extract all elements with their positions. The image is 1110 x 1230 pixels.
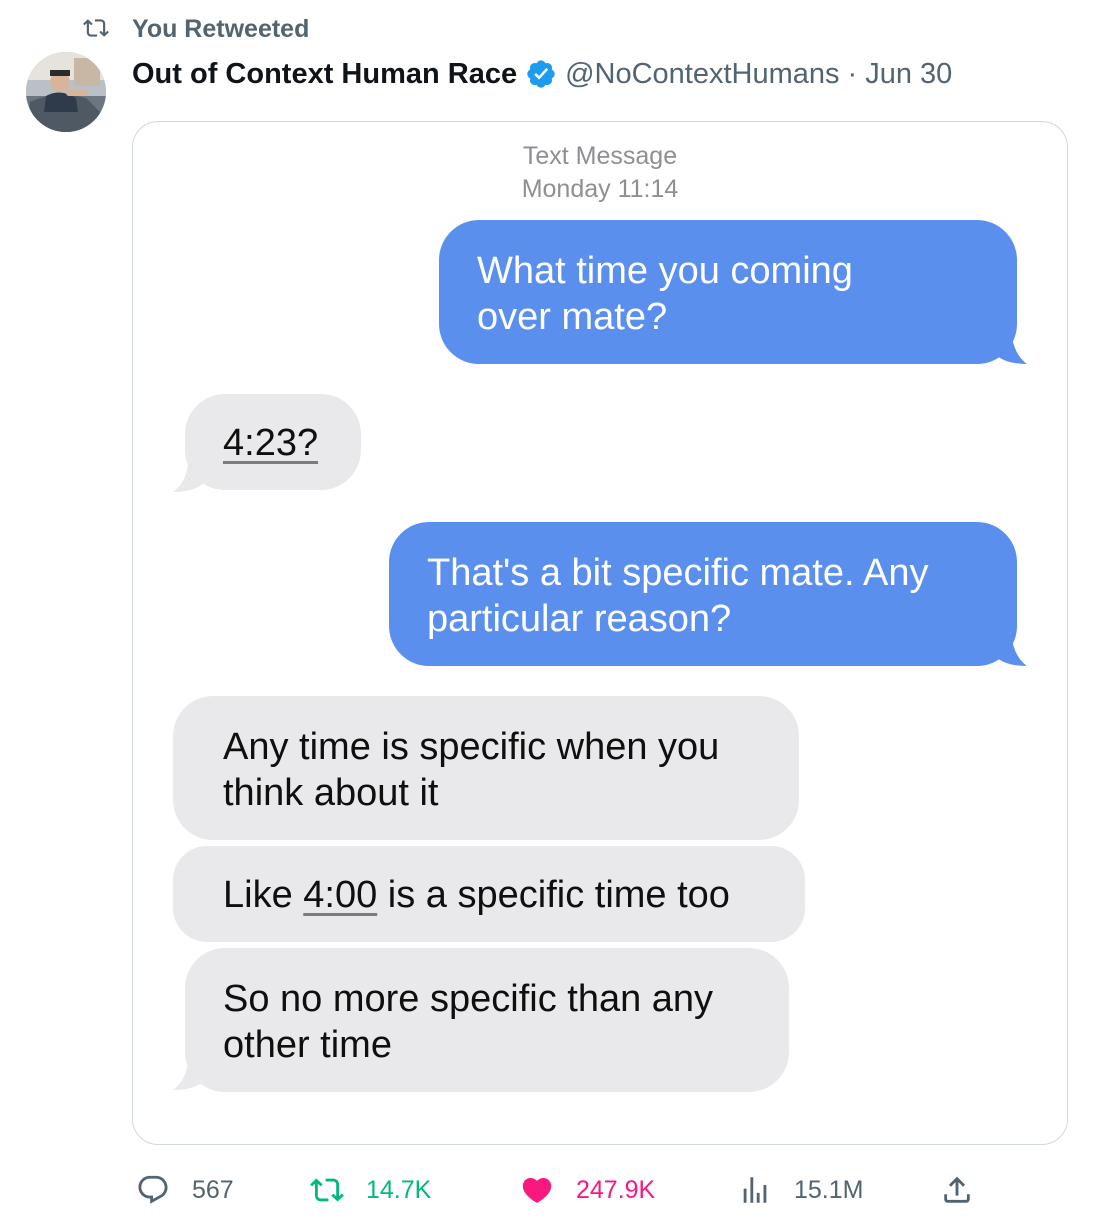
like-button[interactable]: 247.9K [520,1170,655,1210]
retweet-icon [310,1178,344,1202]
message-bubble-sent: That's a bit specific mate. Any particul… [389,522,1017,666]
like-count: 247.9K [576,1175,656,1204]
share-button[interactable] [940,1170,974,1210]
tweet-header: Out of Context Human Race @NoContextHuma… [132,54,952,94]
bubble-tail [993,330,1027,364]
tweet-action-bar: 567 14.7K 247.9K 15.1M [132,1170,992,1210]
tweet-date[interactable]: Jun 30 [865,58,952,91]
message-text: is a specific time too [377,874,730,916]
message-line: Like 4:00 is a specific time too [223,872,805,918]
message-line: over mate? [477,296,668,338]
verified-badge-icon[interactable] [525,58,557,90]
message-bubble-received: So no more specific than any other time [185,948,789,1092]
separator-dot: · [847,57,858,90]
messages-header-timestamp: Monday 11:14 [521,175,679,203]
reply-icon [138,1175,168,1204]
message-line: particular reason? [427,598,732,640]
retweet-label: You Retweeted [132,15,310,43]
message-line: What time you coming [477,250,853,292]
message-line: So no more specific than any [223,978,714,1020]
message-line: think about it [223,772,439,814]
avatar-image [26,52,106,132]
retweet-icon [83,19,109,37]
tweet-media-card[interactable]: Text Message Monday 11:14 What time you … [132,121,1068,1145]
bubble-tail [993,632,1027,666]
message-line: Any time is specific when you [223,726,720,768]
message-bubble-received: 4:23? [185,394,361,490]
bubble-tail [173,1056,207,1090]
reply-button[interactable]: 567 [136,1170,234,1210]
retweet-count: 14.7K [366,1175,432,1204]
reply-count: 567 [192,1175,234,1204]
message-line: 4:23? [223,422,319,464]
retweet-banner: You Retweeted [80,10,309,46]
message-text: Like [223,874,304,916]
retweet-button[interactable]: 14.7K [310,1170,431,1210]
messages-header: Text Message Monday 11:14 [133,140,1067,206]
message-bubble-received: Any time is specific when you think abou… [173,696,799,840]
message-bubble-sent: What time you coming over mate? [439,220,1017,364]
author-handle[interactable]: @NoContextHumans [565,58,839,91]
avatar[interactable] [26,52,106,132]
message-line: other time [223,1024,392,1066]
message-time-link[interactable]: 4:00 [303,874,377,916]
views-chart-icon [743,1177,767,1203]
messages-header-service: Text Message [522,142,678,170]
views-count: 15.1M [794,1175,864,1204]
message-line: That's a bit specific mate. Any [427,552,929,594]
share-icon [944,1176,970,1203]
message-bubble-received: Like 4:00 is a specific time too [173,846,805,942]
heart-icon [522,1177,552,1203]
author-name[interactable]: Out of Context Human Race [132,58,517,91]
bubble-tail [173,458,207,492]
views-button[interactable]: 15.1M [738,1170,863,1210]
